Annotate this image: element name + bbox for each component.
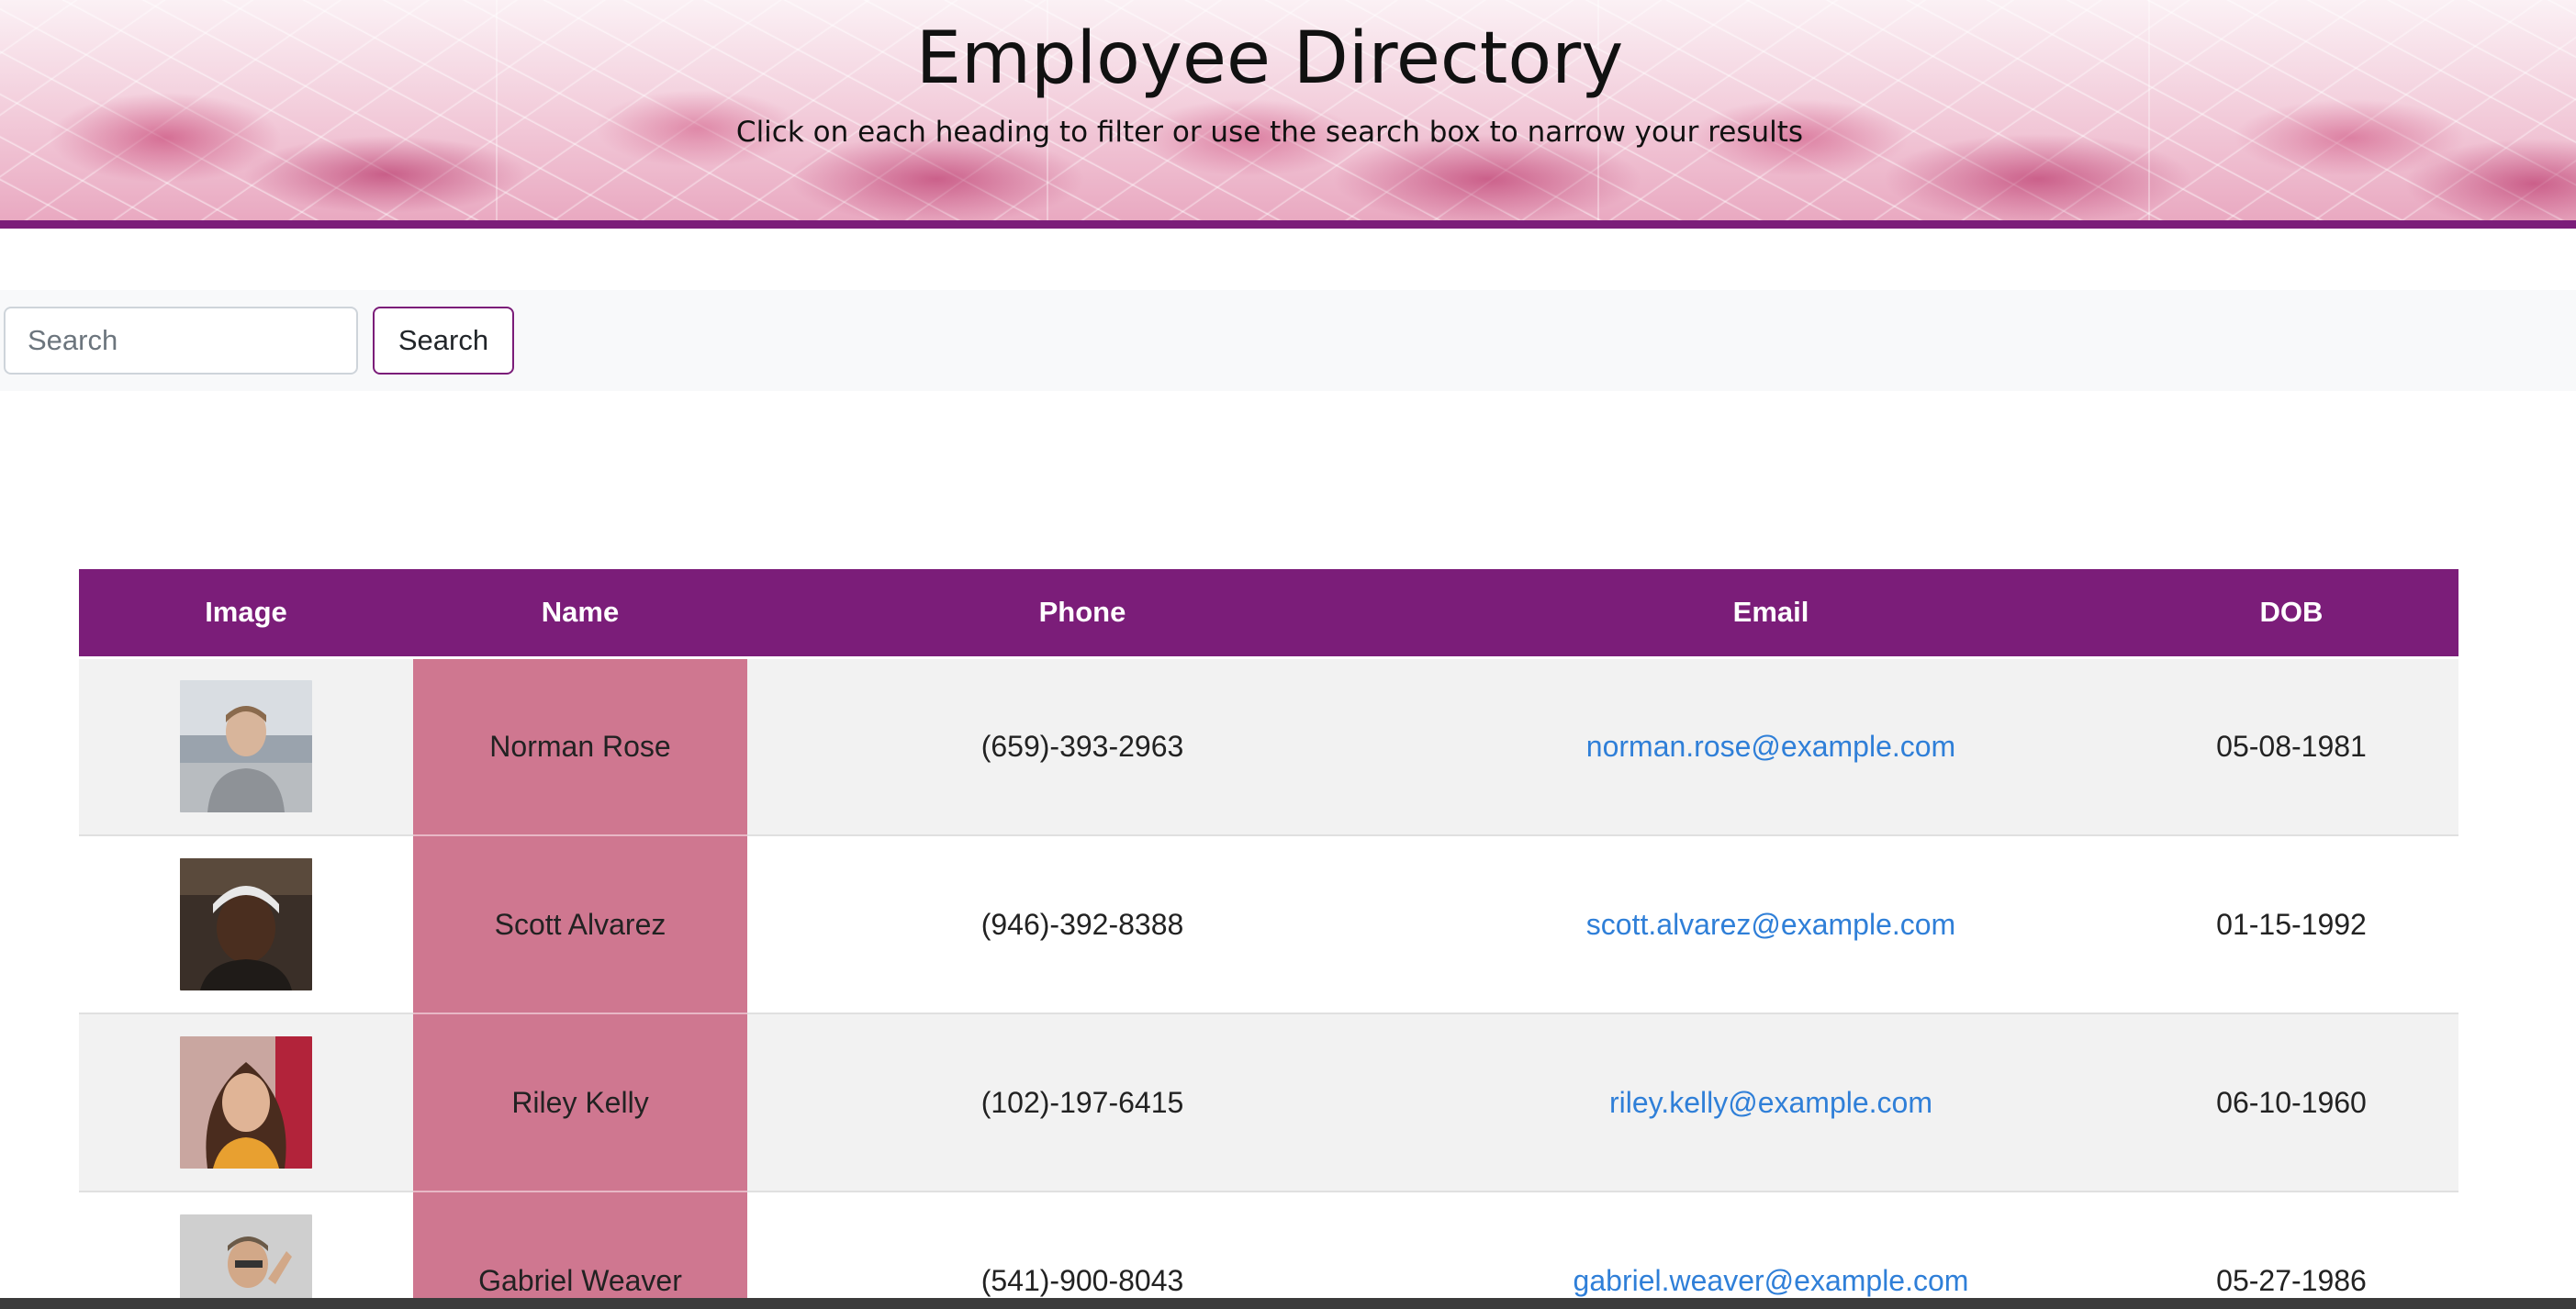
page-title: Employee Directory — [915, 17, 1624, 100]
portrait-photo-icon — [180, 680, 312, 813]
page-subtitle: Click on each heading to filter or use t… — [735, 116, 1804, 149]
phone-cell: (946)-392-8388 — [747, 835, 1417, 1014]
email-cell: scott.alvarez@example.com — [1417, 835, 2124, 1014]
employee-table: Image Name Phone Email DOB Norman Rose (… — [79, 569, 2458, 1298]
image-cell — [79, 657, 413, 836]
column-header-dob[interactable]: DOB — [2124, 569, 2458, 659]
table-row: Scott Alvarez (946)-392-8388 scott.alvar… — [79, 835, 2458, 1014]
header-divider — [0, 220, 2576, 229]
search-button[interactable]: Search — [373, 307, 514, 375]
dob-cell: 06-10-1960 — [2124, 1013, 2458, 1192]
phone-cell: (541)-900-8043 — [747, 1192, 1417, 1298]
avatar — [180, 680, 312, 813]
name-cell: Scott Alvarez — [413, 835, 747, 1014]
email-cell: riley.kelly@example.com — [1417, 1013, 2124, 1192]
phone-cell: (659)-393-2963 — [747, 657, 1417, 836]
column-header-name[interactable]: Name — [413, 569, 747, 659]
image-cell — [79, 1013, 413, 1192]
search-bar: Search — [0, 290, 2576, 391]
table-header-row: Image Name Phone Email DOB — [79, 569, 2458, 659]
name-cell: Gabriel Weaver — [413, 1192, 747, 1298]
email-link[interactable]: scott.alvarez@example.com — [1586, 908, 1955, 941]
avatar — [180, 1036, 312, 1169]
email-link[interactable]: riley.kelly@example.com — [1609, 1086, 1932, 1119]
header-banner: Employee Directory Click on each heading… — [0, 0, 2576, 220]
avatar — [180, 858, 312, 990]
image-cell — [79, 1192, 413, 1298]
email-link[interactable]: gabriel.weaver@example.com — [1574, 1264, 1969, 1297]
column-header-phone[interactable]: Phone — [747, 569, 1417, 659]
table-row: Riley Kelly (102)-197-6415 riley.kelly@e… — [79, 1013, 2458, 1192]
table-row: Gabriel Weaver (541)-900-8043 gabriel.we… — [79, 1192, 2458, 1298]
email-link[interactable]: norman.rose@example.com — [1586, 730, 1955, 763]
window-bottom-edge — [0, 1298, 2576, 1309]
search-input[interactable] — [4, 307, 358, 375]
name-cell: Riley Kelly — [413, 1013, 747, 1192]
portrait-photo-icon — [180, 1214, 312, 1298]
table-row: Norman Rose (659)-393-2963 norman.rose@e… — [79, 657, 2458, 836]
portrait-photo-icon — [180, 1036, 312, 1169]
column-header-image[interactable]: Image — [79, 569, 413, 659]
avatar — [180, 1214, 312, 1298]
viewport: Employee Directory Click on each heading… — [0, 0, 2576, 1298]
dob-cell: 05-27-1986 — [2124, 1192, 2458, 1298]
portrait-photo-icon — [180, 858, 312, 990]
phone-cell: (102)-197-6415 — [747, 1013, 1417, 1192]
dob-cell: 05-08-1981 — [2124, 657, 2458, 836]
email-cell: norman.rose@example.com — [1417, 657, 2124, 836]
employee-table-container: Image Name Phone Email DOB Norman Rose (… — [79, 569, 2458, 1298]
image-cell — [79, 835, 413, 1014]
name-cell: Norman Rose — [413, 657, 747, 836]
email-cell: gabriel.weaver@example.com — [1417, 1192, 2124, 1298]
column-header-email[interactable]: Email — [1417, 569, 2124, 659]
dob-cell: 01-15-1992 — [2124, 835, 2458, 1014]
